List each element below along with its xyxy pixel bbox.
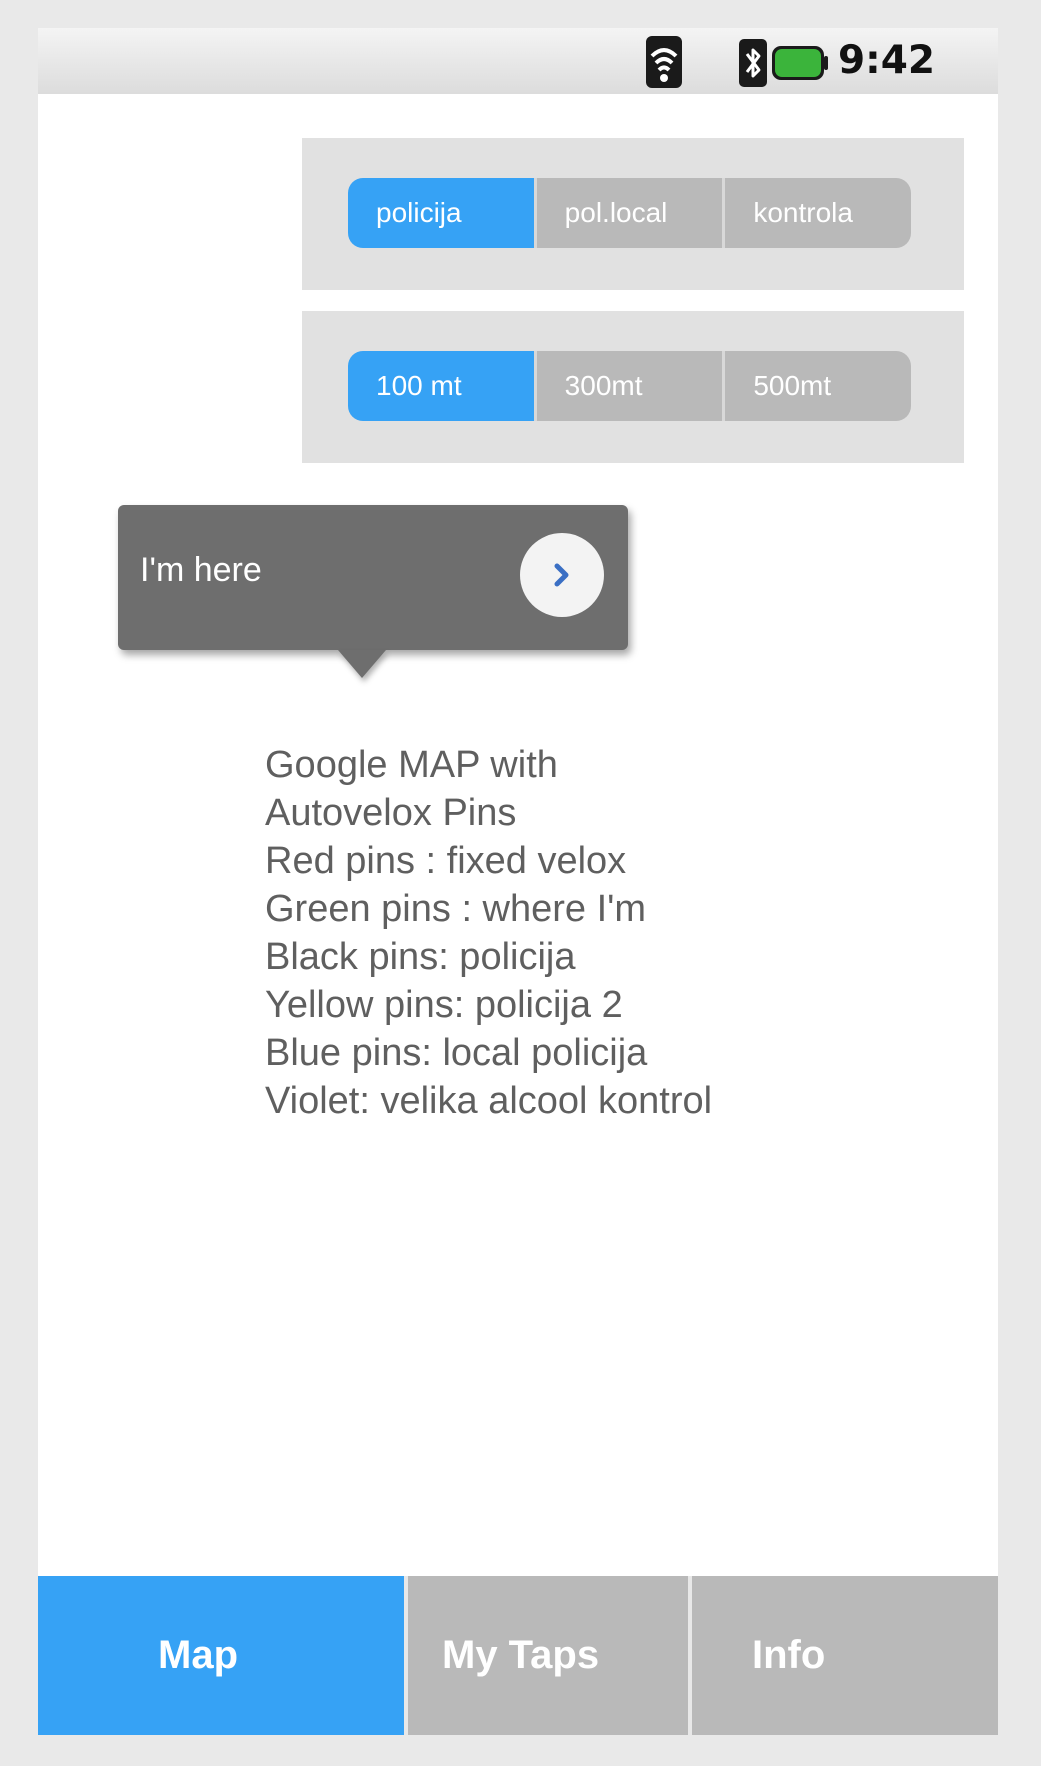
legend-line: Google MAP with: [265, 744, 558, 786]
segment-500mt[interactable]: 500mt: [722, 351, 911, 421]
legend-line: Violet: velika alcool kontrol: [265, 1080, 713, 1122]
status-bar: 9:42: [38, 28, 998, 94]
legend-line: Autovelox Pins: [265, 792, 517, 834]
bottom-tab-bar: Map My Taps Info: [38, 1576, 998, 1735]
callout-pointer: [338, 650, 386, 678]
chevron-right-icon: [554, 563, 569, 587]
legend-line: Black pins: policija: [265, 936, 576, 978]
bluetooth-icon: [739, 39, 767, 87]
map-legend-description: Google MAP with Autovelox Pins Red pins …: [265, 741, 712, 1125]
callout-label: I'm here: [140, 551, 262, 589]
segment-100mt[interactable]: 100 mt: [348, 351, 534, 421]
segment-policija[interactable]: policija: [348, 178, 534, 248]
range-segmented-control: 100 mt 300mt 500mt: [348, 351, 911, 421]
legend-line: Red pins : fixed velox: [265, 840, 627, 882]
status-clock: 9:42: [838, 38, 936, 83]
legend-line: Green pins : where I'm: [265, 888, 647, 930]
segment-kontrola[interactable]: kontrola: [722, 178, 911, 248]
segment-300mt[interactable]: 300mt: [533, 351, 723, 421]
legend-line: Yellow pins: policija 2: [265, 984, 623, 1026]
battery-icon: [772, 46, 828, 80]
range-filter-panel: 100 mt 300mt 500mt: [302, 311, 964, 463]
tab-info[interactable]: Info: [688, 1576, 998, 1735]
wifi-signal-icon: [646, 36, 682, 88]
callout-detail-button[interactable]: [520, 533, 604, 617]
segment-pol-local[interactable]: pol.local: [533, 178, 723, 248]
phone-screen: 9:42 policija pol.local kontrola 100 mt …: [38, 28, 998, 1735]
type-filter-panel: policija pol.local kontrola: [302, 138, 964, 290]
location-callout[interactable]: I'm here: [118, 505, 628, 650]
tab-map[interactable]: Map: [38, 1576, 404, 1735]
legend-line: Blue pins: local policija: [265, 1032, 648, 1074]
tab-my-taps[interactable]: My Taps: [404, 1576, 688, 1735]
type-segmented-control: policija pol.local kontrola: [348, 178, 911, 248]
